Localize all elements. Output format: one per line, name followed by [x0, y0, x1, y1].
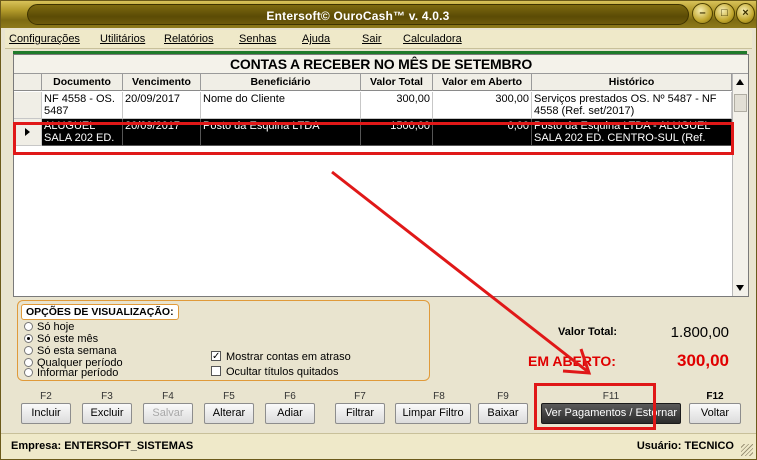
app-window: Entersoft© OuroCash™ v. 4.0.3 – □ × Conf… — [0, 0, 757, 460]
annotation-arrow-icon — [331, 170, 592, 375]
